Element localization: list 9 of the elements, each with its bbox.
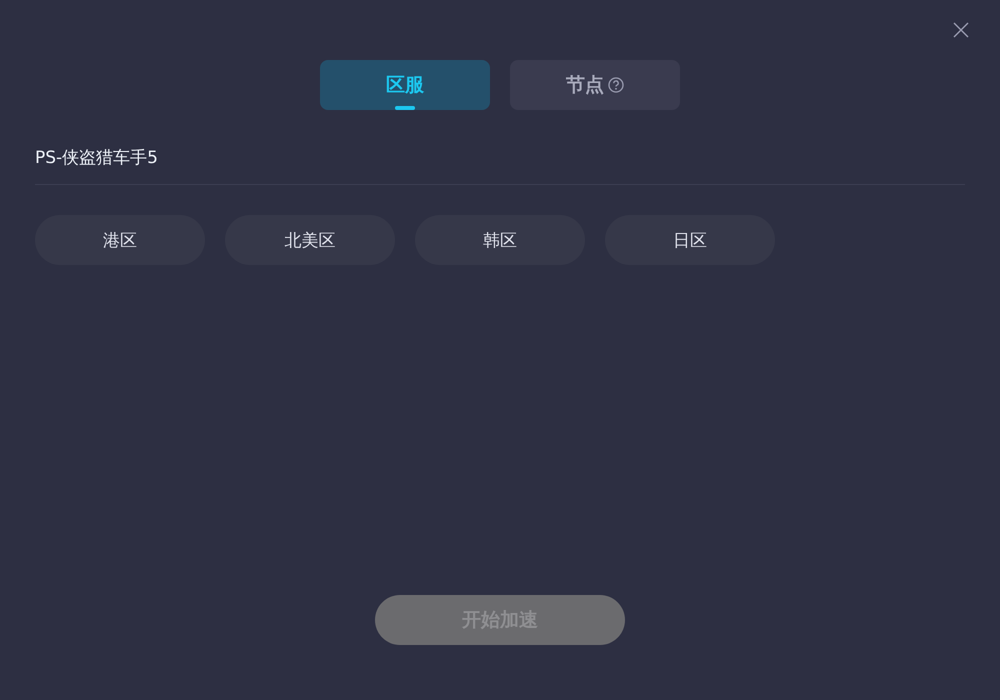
- region-button[interactable]: 韩区: [415, 215, 585, 265]
- game-title: PS-侠盗猎车手5: [35, 147, 159, 170]
- region-button[interactable]: 北美区: [225, 215, 395, 265]
- region-button[interactable]: 日区: [605, 215, 775, 265]
- region-button[interactable]: 港区: [35, 215, 205, 265]
- tab[interactable]: 区服: [320, 60, 490, 110]
- tab[interactable]: 节点: [510, 60, 680, 110]
- close-icon[interactable]: [953, 22, 969, 38]
- help-icon[interactable]: [608, 77, 624, 93]
